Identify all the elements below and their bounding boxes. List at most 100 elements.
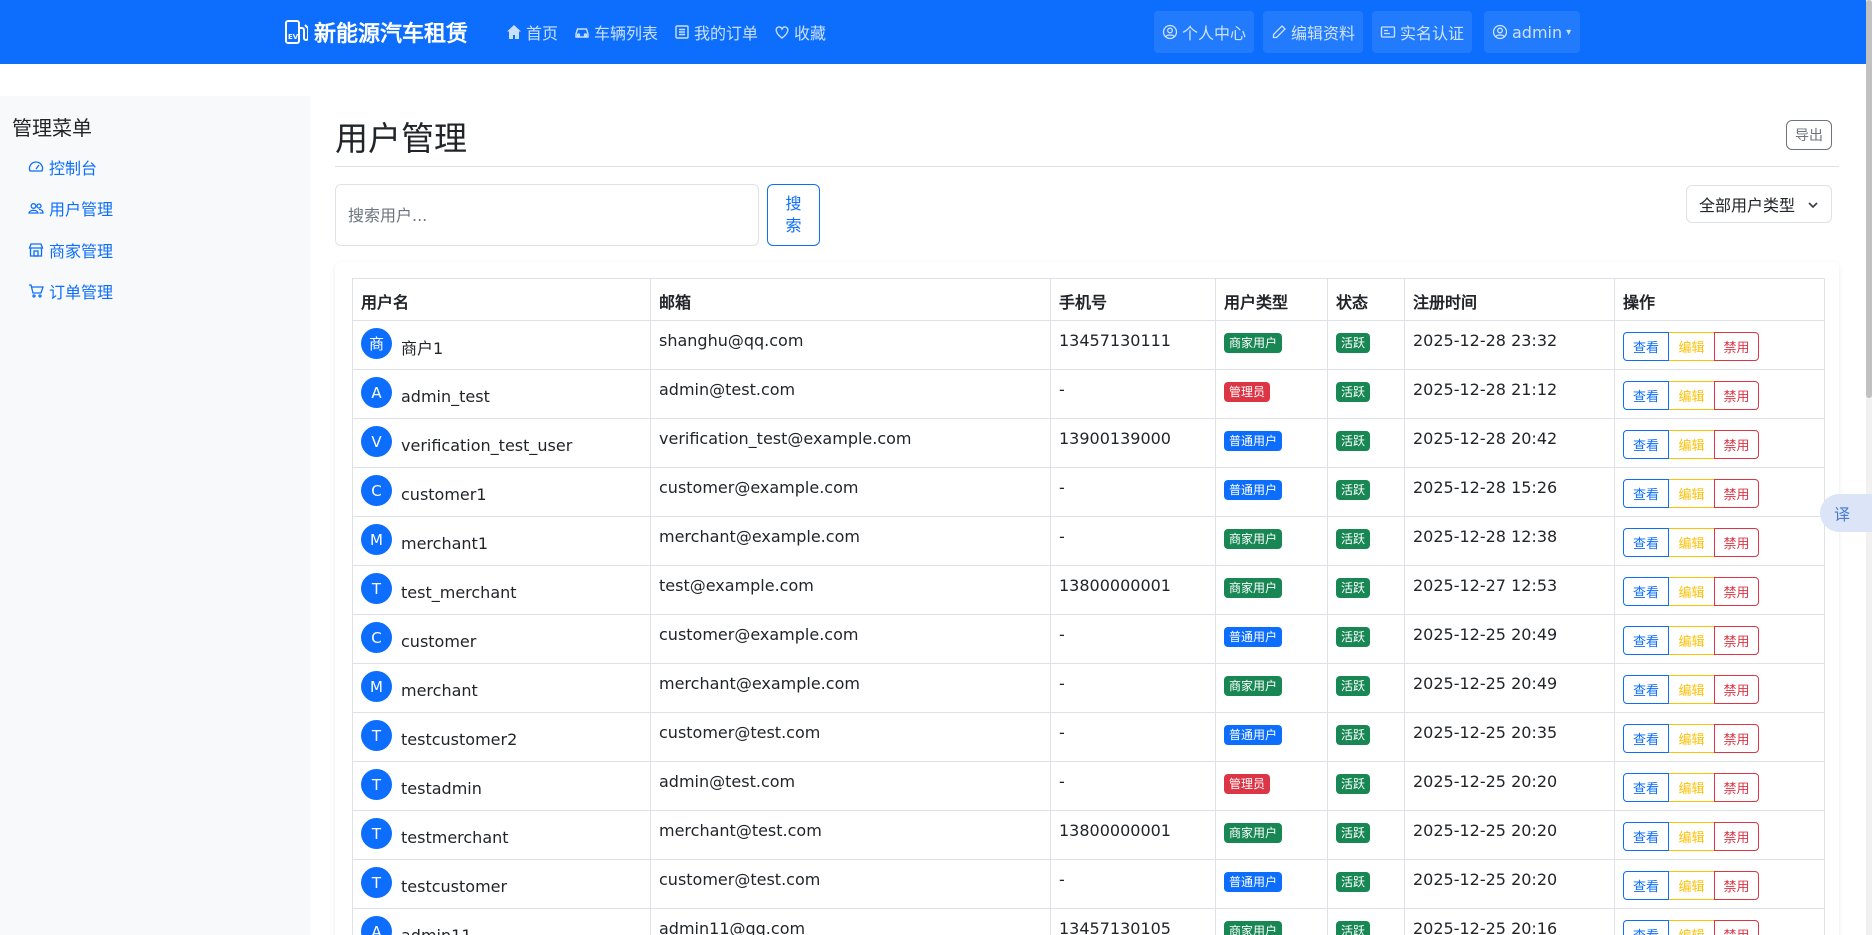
edit-button[interactable]: 编辑 bbox=[1669, 381, 1714, 410]
nav-links: 首页 车辆列表 我的订单 收藏 bbox=[506, 20, 842, 44]
nav-edit-profile-button[interactable]: 编辑资料 bbox=[1263, 11, 1363, 53]
ban-button[interactable]: 禁用 bbox=[1714, 626, 1759, 655]
ban-button[interactable]: 禁用 bbox=[1714, 577, 1759, 606]
table-row: Aadmin11 admin11@qq.com 13457130105 商家用户 活跃 2… bbox=[352, 908, 1825, 935]
edit-button[interactable]: 编辑 bbox=[1669, 871, 1714, 900]
view-button[interactable]: 查看 bbox=[1623, 479, 1669, 508]
translate-button[interactable]: 译 bbox=[1820, 494, 1872, 532]
table-row: Vverification_test_user verification_test… bbox=[352, 418, 1825, 468]
ban-button[interactable]: 禁用 bbox=[1714, 430, 1759, 459]
user-type-select[interactable]: 全部用户类型 bbox=[1686, 185, 1832, 223]
cell-actions: 查看编辑禁用 bbox=[1614, 761, 1825, 811]
ban-button[interactable]: 禁用 bbox=[1714, 332, 1759, 361]
sidebar-item-merchants[interactable]: 商家管理 bbox=[28, 238, 113, 262]
table-row: Ttestadmin admin@test.com - 管理员 活跃 2025-12-25… bbox=[352, 761, 1825, 811]
view-button[interactable]: 查看 bbox=[1623, 920, 1669, 935]
username: testmerchant bbox=[401, 827, 509, 847]
view-button[interactable]: 查看 bbox=[1623, 528, 1669, 557]
edit-button[interactable]: 编辑 bbox=[1669, 675, 1714, 704]
ban-button[interactable]: 禁用 bbox=[1714, 675, 1759, 704]
cell-phone: - bbox=[1050, 369, 1216, 419]
scrollbar-thumb[interactable] bbox=[1866, 0, 1872, 398]
avatar: 商 bbox=[361, 328, 392, 359]
view-button[interactable]: 查看 bbox=[1623, 332, 1669, 361]
cell-email: admin11@qq.com bbox=[650, 908, 1051, 935]
nav-link-orders[interactable]: 我的订单 bbox=[674, 20, 758, 44]
edit-button[interactable]: 编辑 bbox=[1669, 724, 1714, 753]
cell-email: admin@test.com bbox=[650, 369, 1051, 419]
username: verification_test_user bbox=[401, 435, 573, 455]
user-type-badge: 管理员 bbox=[1224, 774, 1271, 794]
page-scrollbar[interactable] bbox=[1866, 0, 1872, 935]
username: merchant1 bbox=[401, 533, 488, 553]
view-button[interactable]: 查看 bbox=[1623, 773, 1669, 802]
action-button-group: 查看编辑禁用 bbox=[1623, 822, 1816, 851]
nav-profile-button[interactable]: 个人中心 bbox=[1154, 11, 1254, 53]
nav-link-favorites[interactable]: 收藏 bbox=[774, 20, 826, 44]
avatar: V bbox=[361, 426, 392, 457]
ban-button[interactable]: 禁用 bbox=[1714, 479, 1759, 508]
nav-link-home[interactable]: 首页 bbox=[506, 20, 558, 44]
ban-button[interactable]: 禁用 bbox=[1714, 773, 1759, 802]
cell-user-type: 普通用户 bbox=[1215, 418, 1328, 468]
view-button[interactable]: 查看 bbox=[1623, 822, 1669, 851]
edit-button[interactable]: 编辑 bbox=[1669, 920, 1714, 935]
avatar: C bbox=[361, 475, 392, 506]
edit-button[interactable]: 编辑 bbox=[1669, 577, 1714, 606]
status-badge: 活跃 bbox=[1336, 382, 1371, 402]
sidebar-item-dashboard[interactable]: 控制台 bbox=[28, 155, 97, 179]
ban-button[interactable]: 禁用 bbox=[1714, 724, 1759, 753]
view-button[interactable]: 查看 bbox=[1623, 577, 1669, 606]
edit-button[interactable]: 编辑 bbox=[1669, 332, 1714, 361]
action-button-group: 查看编辑禁用 bbox=[1623, 381, 1816, 410]
edit-button[interactable]: 编辑 bbox=[1669, 479, 1714, 508]
brand[interactable]: EV 新能源汽车租赁 bbox=[284, 15, 468, 49]
edit-button[interactable]: 编辑 bbox=[1669, 773, 1714, 802]
cell-status: 活跃 bbox=[1327, 418, 1405, 468]
status-badge: 活跃 bbox=[1336, 431, 1371, 451]
ban-button[interactable]: 禁用 bbox=[1714, 822, 1759, 851]
avatar: C bbox=[361, 622, 392, 653]
nav-link-vehicles[interactable]: 车辆列表 bbox=[574, 20, 658, 44]
column-header-email: 邮箱 bbox=[650, 278, 1051, 321]
export-button[interactable]: 导出 bbox=[1786, 120, 1832, 150]
view-button[interactable]: 查看 bbox=[1623, 675, 1669, 704]
sidebar-item-users[interactable]: 用户管理 bbox=[28, 196, 113, 220]
nav-verification-button[interactable]: 实名认证 bbox=[1372, 11, 1472, 53]
nav-link-label: 我的订单 bbox=[694, 24, 759, 43]
cell-user-type: 普通用户 bbox=[1215, 467, 1328, 517]
view-button[interactable]: 查看 bbox=[1623, 430, 1669, 459]
view-button[interactable]: 查看 bbox=[1623, 626, 1669, 655]
ban-button[interactable]: 禁用 bbox=[1714, 528, 1759, 557]
search-input[interactable] bbox=[335, 184, 759, 246]
edit-button[interactable]: 编辑 bbox=[1669, 822, 1714, 851]
nav-link-label: 收藏 bbox=[794, 24, 827, 43]
cell-username: Ttestcustomer bbox=[352, 859, 651, 909]
cell-actions: 查看编辑禁用 bbox=[1614, 712, 1825, 762]
cell-username: Ttestcustomer2 bbox=[352, 712, 651, 762]
edit-button[interactable]: 编辑 bbox=[1669, 626, 1714, 655]
speedometer-icon bbox=[28, 161, 44, 172]
shop-icon bbox=[28, 243, 44, 257]
search-button[interactable]: 搜索 bbox=[767, 184, 820, 246]
cell-actions: 查看编辑禁用 bbox=[1614, 369, 1825, 419]
view-button[interactable]: 查看 bbox=[1623, 724, 1669, 753]
status-badge: 活跃 bbox=[1336, 627, 1371, 647]
chevron-down-icon bbox=[1808, 202, 1818, 209]
nav-link-label: 首页 bbox=[526, 24, 559, 43]
view-button[interactable]: 查看 bbox=[1623, 381, 1669, 410]
user-type-badge: 商家用户 bbox=[1224, 333, 1283, 353]
edit-button[interactable]: 编辑 bbox=[1669, 528, 1714, 557]
cell-actions: 查看编辑禁用 bbox=[1614, 810, 1825, 860]
view-button[interactable]: 查看 bbox=[1623, 871, 1669, 900]
sidebar-item-orders[interactable]: 订单管理 bbox=[28, 279, 113, 303]
ban-button[interactable]: 禁用 bbox=[1714, 920, 1759, 935]
ban-button[interactable]: 禁用 bbox=[1714, 871, 1759, 900]
cell-email: merchant@example.com bbox=[650, 663, 1051, 713]
ban-button[interactable]: 禁用 bbox=[1714, 381, 1759, 410]
nav-user-dropdown[interactable]: admin ▾ bbox=[1484, 11, 1580, 53]
avatar: T bbox=[361, 769, 392, 800]
edit-button[interactable]: 编辑 bbox=[1669, 430, 1714, 459]
nav-user-label: admin bbox=[1512, 22, 1563, 42]
cell-registered: 2025-12-25 20:20 bbox=[1404, 859, 1615, 909]
